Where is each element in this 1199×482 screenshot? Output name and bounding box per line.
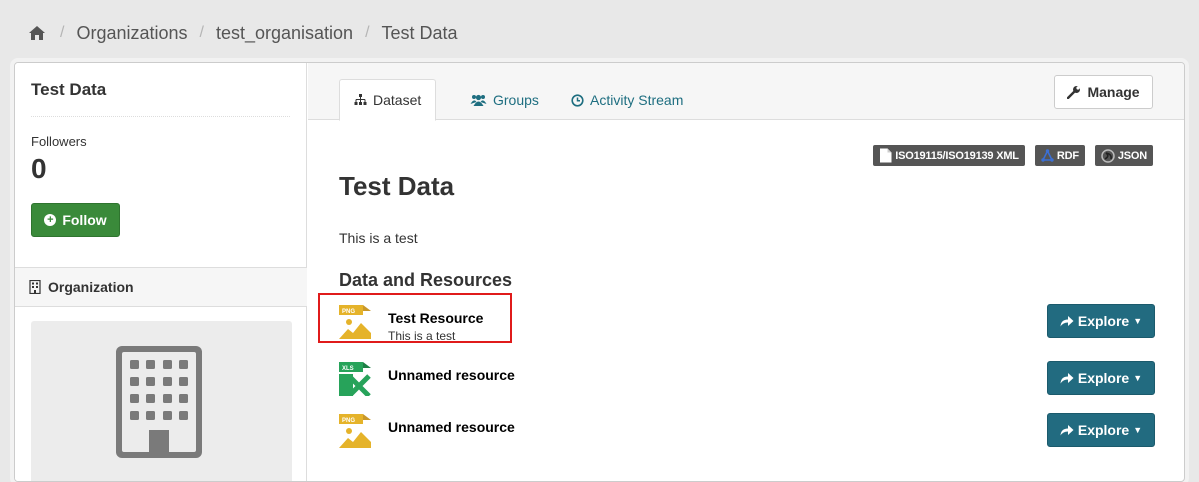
- resource-item[interactable]: PNG Test Resource This is a test Explore…: [339, 304, 1155, 345]
- format-badge-rdf[interactable]: RDF: [1034, 145, 1085, 166]
- png-label: PNG: [342, 309, 355, 315]
- breadcrumb-separator: /: [199, 24, 204, 41]
- share-icon: [1060, 373, 1074, 384]
- wrench-icon: [1067, 86, 1081, 99]
- format-badge-iso[interactable]: ISO19115/ISO19139 XML: [873, 145, 1025, 166]
- content-wrapper: Test Data Followers 0 + Follow Organizat…: [14, 62, 1185, 482]
- explore-button[interactable]: Explore ▼: [1047, 413, 1155, 447]
- format-badge-json[interactable]: JSON: [1094, 145, 1153, 166]
- tab-label: Groups: [493, 92, 539, 108]
- resources-heading: Data and Resources: [339, 270, 513, 290]
- organization-header: Organization: [15, 267, 307, 307]
- manage-button[interactable]: Manage: [1054, 75, 1153, 109]
- sitemap-icon: [354, 94, 367, 105]
- xls-file-icon: XLS: [339, 362, 371, 396]
- users-icon: [470, 94, 487, 106]
- json-icon: [1101, 148, 1115, 163]
- resource-item[interactable]: PNG Unnamed resource Explore ▼: [339, 413, 1155, 454]
- resource-item[interactable]: XLS Unnamed resource Explore ▼: [339, 361, 1155, 402]
- share-icon: [1060, 425, 1074, 436]
- follow-label: Follow: [62, 212, 107, 228]
- plus-circle-icon: +: [44, 214, 57, 226]
- breadcrumb-organization[interactable]: test_organisation: [216, 23, 353, 44]
- followers-label: Followers: [31, 134, 87, 149]
- xls-label: XLS: [342, 366, 354, 372]
- building-icon: [116, 346, 202, 458]
- png-label: PNG: [342, 418, 355, 424]
- organization-image[interactable]: [31, 321, 292, 481]
- main-content: Dataset Groups Activity Stream Manage IS…: [308, 63, 1184, 481]
- clock-icon: [571, 93, 584, 107]
- format-badges: ISO19115/ISO19139 XML RDF JSON: [873, 145, 1153, 166]
- file-icon: [880, 148, 892, 163]
- breadcrumb-organizations[interactable]: Organizations: [76, 23, 187, 44]
- rdf-icon: [1041, 149, 1054, 162]
- explore-label: Explore: [1077, 422, 1130, 438]
- tab-label: Dataset: [373, 92, 422, 108]
- building-icon: [29, 280, 41, 294]
- followers-count: 0: [31, 153, 47, 184]
- organization-label: Organization: [48, 279, 134, 295]
- explore-label: Explore: [1077, 313, 1130, 329]
- breadcrumb-separator: /: [60, 24, 65, 41]
- caret-down-icon: ▼: [1133, 373, 1143, 383]
- tab-groups[interactable]: Groups: [456, 79, 553, 121]
- resource-name[interactable]: Unnamed resource: [388, 367, 515, 383]
- badge-label: RDF: [1056, 149, 1079, 162]
- dataset-description: This is a test: [339, 230, 418, 246]
- sidebar: Test Data Followers 0 + Follow Organizat…: [15, 63, 307, 481]
- tab-activity-stream[interactable]: Activity Stream: [557, 79, 697, 121]
- breadcrumb-separator: /: [365, 24, 370, 41]
- resource-name[interactable]: Test Resource: [388, 310, 483, 326]
- tab-label: Activity Stream: [590, 92, 684, 108]
- resource-name[interactable]: Unnamed resource: [388, 419, 515, 435]
- png-file-icon: PNG: [339, 305, 371, 339]
- manage-label: Manage: [1087, 84, 1140, 100]
- caret-down-icon: ▼: [1133, 425, 1143, 435]
- dataset-title: Test Data: [339, 171, 455, 201]
- explore-label: Explore: [1077, 370, 1130, 386]
- home-icon[interactable]: [28, 25, 46, 41]
- sidebar-divider: [31, 116, 290, 117]
- breadcrumb-dataset: Test Data: [381, 22, 458, 43]
- caret-down-icon: ▼: [1133, 316, 1143, 326]
- tabs-bar: Dataset Groups Activity Stream Manage: [308, 63, 1184, 121]
- explore-button[interactable]: Explore ▼: [1047, 361, 1155, 395]
- badge-label: JSON: [1117, 149, 1147, 162]
- sidebar-title: Test Data: [31, 80, 107, 99]
- badge-label: ISO19115/ISO19139 XML: [895, 149, 1019, 162]
- png-file-icon: PNG: [339, 414, 371, 448]
- explore-button[interactable]: Explore ▼: [1047, 304, 1155, 338]
- resource-description: This is a test: [388, 329, 456, 343]
- tab-dataset[interactable]: Dataset: [339, 79, 437, 121]
- follow-button[interactable]: + Follow: [31, 203, 120, 237]
- share-icon: [1060, 316, 1074, 327]
- breadcrumb: / Organizations / test_organisation / Te…: [28, 20, 458, 46]
